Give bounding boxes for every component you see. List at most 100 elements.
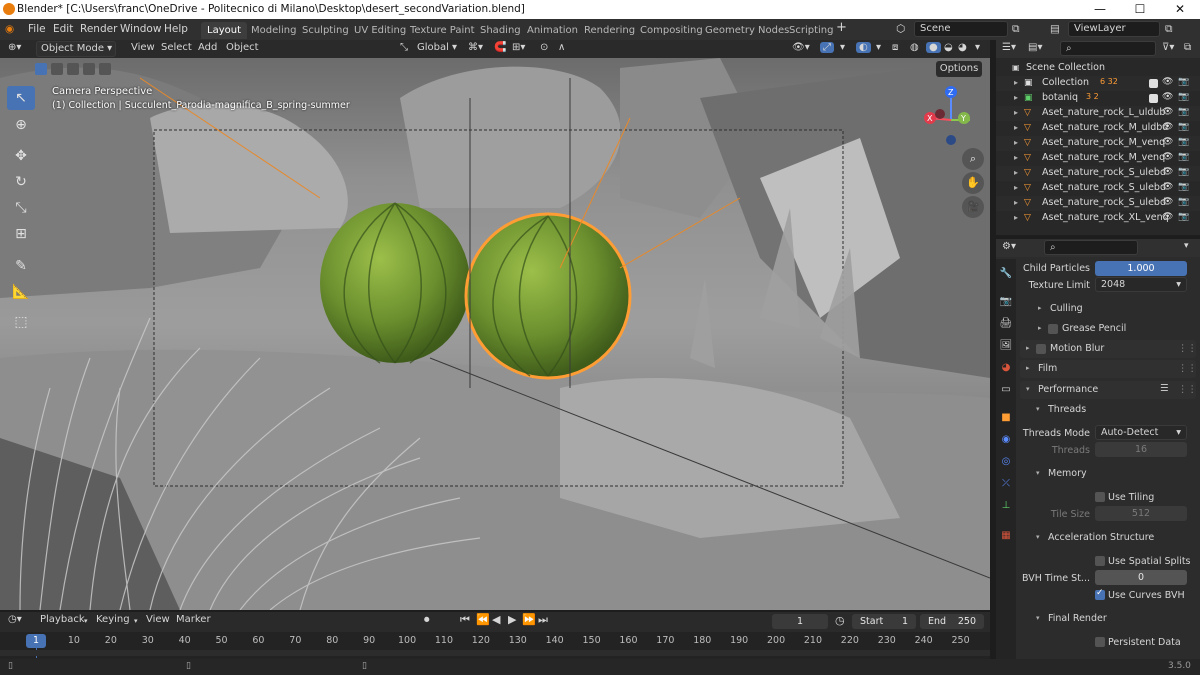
visibility-eye-icon[interactable]: 👁 xyxy=(1162,167,1173,177)
threads-subpanel-header[interactable]: ▾ Threads xyxy=(1030,401,1196,419)
object-tab-icon[interactable]: ■ xyxy=(999,411,1013,425)
render-camera-icon[interactable]: 📷 xyxy=(1178,107,1189,117)
gizmo-toggle-icon[interactable]: ⤢ xyxy=(820,42,834,53)
outliner-row[interactable]: ▸ ▽ Aset_nature_rock_M_uldbd 👁 📷 xyxy=(996,121,1200,136)
texture-limit-dropdown[interactable]: 2048 ▾ xyxy=(1095,277,1187,292)
properties-search-input[interactable]: ⌕ xyxy=(1044,240,1138,255)
expand-icon[interactable]: ▸ xyxy=(1014,138,1018,147)
expand-icon[interactable]: ▸ xyxy=(1014,123,1018,132)
end-frame-field[interactable]: End 250 xyxy=(920,614,984,629)
drag-handle-icon[interactable]: ⋮⋮ xyxy=(1178,363,1197,374)
display-mode-icon[interactable]: ▤▾ xyxy=(1028,42,1042,53)
outliner-scene-collection[interactable]: ▣ Scene Collection xyxy=(996,61,1200,76)
scene-tab-icon[interactable]: ◕ xyxy=(999,361,1013,375)
acceleration-subpanel-header[interactable]: ▾ Acceleration Structure xyxy=(1030,529,1196,547)
film-panel-header[interactable]: ▸ Film ⋮⋮ xyxy=(1020,360,1197,378)
tab-scripting[interactable]: Scripting xyxy=(783,22,839,39)
timeline-scrollbar[interactable] xyxy=(0,650,990,656)
keying-menu[interactable]: Keying xyxy=(96,614,130,625)
add-workspace-button[interactable]: + xyxy=(836,20,847,35)
navigation-gizmo[interactable]: Z Y X xyxy=(918,82,984,148)
tab-modeling[interactable]: Modeling xyxy=(245,22,303,39)
texture-tab-icon[interactable]: ▦ xyxy=(999,529,1013,543)
include-checkbox[interactable] xyxy=(1149,79,1158,88)
threads-field[interactable]: 16 xyxy=(1095,442,1187,457)
select-intersect-icon[interactable] xyxy=(99,63,111,75)
view-layer-selector[interactable]: ViewLayer xyxy=(1068,21,1160,37)
camera-view-icon[interactable]: 🎥 xyxy=(962,196,984,218)
visibility-eye-icon[interactable]: 👁 xyxy=(1162,77,1173,87)
play-reverse-icon[interactable]: ◀ xyxy=(492,613,500,626)
drag-handle-icon[interactable]: ⋮⋮ xyxy=(1178,384,1197,395)
outliner-row[interactable]: ▸ ▽ Aset_nature_rock_S_ulebd 👁 📷 xyxy=(996,196,1200,211)
render-camera-icon[interactable]: 📷 xyxy=(1178,122,1189,132)
motion-blur-panel-header[interactable]: ▸ Motion Blur ⋮⋮ xyxy=(1020,340,1197,358)
render-camera-icon[interactable]: 📷 xyxy=(1178,152,1189,162)
outliner-row[interactable]: ▸ ▽ Aset_nature_rock_XL_venq 👁 📷 xyxy=(996,211,1200,226)
editor-type-icon[interactable]: ◷▾ xyxy=(8,614,22,625)
render-camera-icon[interactable]: 📷 xyxy=(1178,182,1189,192)
measure-icon[interactable]: 📐 xyxy=(7,280,35,304)
jump-start-icon[interactable]: ⏮ xyxy=(460,613,470,627)
minimize-button[interactable]: — xyxy=(1080,0,1120,19)
overlays-toggle-icon[interactable]: ◐ xyxy=(856,42,871,53)
child-particles-field[interactable]: 1.000 xyxy=(1095,261,1187,276)
chevron-down-icon[interactable]: ▾ xyxy=(84,617,88,625)
tool-tab-icon[interactable]: 🔧 xyxy=(999,267,1013,281)
menu-select[interactable]: Select xyxy=(161,42,192,53)
close-button[interactable]: ✕ xyxy=(1160,0,1200,19)
visibility-eye-icon[interactable]: 👁 xyxy=(1162,107,1173,117)
proportional-edit-icon[interactable]: ⊙ xyxy=(540,42,548,53)
record-icon[interactable]: ⏺ xyxy=(424,613,430,627)
blender-menu-icon[interactable]: ◉ xyxy=(5,23,14,35)
tile-size-field[interactable]: 512 xyxy=(1095,506,1187,521)
cursor-icon[interactable]: ⊕ xyxy=(7,113,35,137)
snap-increment-icon[interactable]: ⊞▾ xyxy=(512,42,525,53)
culling-panel-header[interactable]: ▸ Culling xyxy=(1032,300,1192,318)
menu-file[interactable]: File xyxy=(28,23,46,35)
render-camera-icon[interactable]: 📷 xyxy=(1178,92,1189,102)
jump-end-icon[interactable]: ⏭ xyxy=(538,613,548,627)
3d-viewport[interactable]: ↖ ⊕ ✥ ↻ ⤡ ⊞ ✎ 📐 ⬚ Camera Perspective (1)… xyxy=(0,58,990,610)
menu-window[interactable]: Window xyxy=(120,23,161,35)
select-new-icon[interactable] xyxy=(35,63,47,75)
memory-subpanel-header[interactable]: ▾ Memory xyxy=(1030,465,1196,483)
outliner-row[interactable]: ▸ ▽ Aset_nature_rock_M_venq 👁 📷 xyxy=(996,136,1200,151)
tab-layout[interactable]: Layout xyxy=(201,22,247,39)
new-view-layer-icon[interactable]: ⧉ xyxy=(1165,23,1173,36)
pan-icon[interactable]: ✋ xyxy=(962,172,984,194)
chevron-down-icon[interactable]: ▾ xyxy=(876,42,881,53)
editor-type-icon[interactable]: ☰▾ xyxy=(1002,42,1016,53)
expand-icon[interactable]: ▸ xyxy=(1014,78,1018,87)
menu-view[interactable]: View xyxy=(131,42,155,53)
tab-rendering[interactable]: Rendering xyxy=(578,22,641,39)
visibility-eye-icon[interactable]: 👁 xyxy=(1162,137,1173,147)
add-cube-icon[interactable]: ⬚ xyxy=(7,310,35,334)
render-camera-icon[interactable]: 📷 xyxy=(1178,212,1189,222)
select-subtract-icon[interactable] xyxy=(67,63,79,75)
render-camera-icon[interactable]: 📷 xyxy=(1178,137,1189,147)
view-layer-tab-icon[interactable]: 🖼 xyxy=(999,339,1013,353)
visibility-eye-icon[interactable]: 👁 xyxy=(1162,182,1173,192)
play-icon[interactable]: ▶ xyxy=(508,613,516,626)
expand-icon[interactable]: ▸ xyxy=(1014,93,1018,102)
menu-render[interactable]: Render xyxy=(80,23,117,35)
material-shading-icon[interactable]: ◒ xyxy=(944,42,953,53)
expand-icon[interactable]: ▸ xyxy=(1014,108,1018,117)
physics-tab-icon[interactable]: ◎ xyxy=(999,455,1013,469)
scale-icon[interactable]: ⤡ xyxy=(7,196,35,220)
performance-panel-header[interactable]: ▾ Performance ☰ ⋮⋮ xyxy=(1020,381,1197,399)
persistent-data-checkbox[interactable] xyxy=(1095,637,1105,647)
render-camera-icon[interactable]: 📷 xyxy=(1178,77,1189,87)
outliner-row[interactable]: ▸ ▽ Aset_nature_rock_M_venq 👁 📷 xyxy=(996,151,1200,166)
outliner-row[interactable]: ▸ ▽ Aset_nature_rock_S_ulebd 👁 📷 xyxy=(996,181,1200,196)
preview-range-icon[interactable]: ◷ xyxy=(835,614,845,627)
render-camera-icon[interactable]: 📷 xyxy=(1178,197,1189,207)
select-invert-icon[interactable] xyxy=(83,63,95,75)
bvh-time-field[interactable]: 0 xyxy=(1095,570,1187,585)
menu-add[interactable]: Add xyxy=(198,42,217,53)
timeline[interactable]: 1 10 20 30 40 50 60 70 80 90 100 110 120 130 140 150 160… xyxy=(0,632,990,659)
current-frame-field[interactable]: 1 xyxy=(772,614,828,629)
constraints-tab-icon[interactable]: ⤫ xyxy=(999,477,1013,491)
output-tab-icon[interactable]: 🖨 xyxy=(999,317,1013,331)
